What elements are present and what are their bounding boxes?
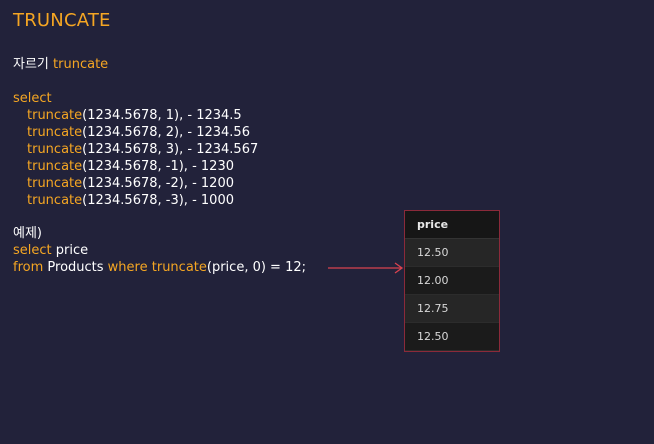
- query-where-kw: where: [107, 260, 148, 275]
- heading-line: 자르기 truncate: [13, 56, 108, 73]
- example-fn: truncate: [27, 125, 83, 140]
- example-line: truncate(1234.5678, 2), - 1234.56: [27, 124, 250, 141]
- query-from-line: from Products where truncate(price, 0) =…: [13, 259, 306, 276]
- query-rest: (price, 0) = 12;: [206, 260, 307, 275]
- example-line: truncate(1234.5678, -2), - 1200: [27, 175, 234, 192]
- table-row: 12.50: [405, 323, 499, 351]
- example-args: (1234.5678, -3), - 1000: [82, 193, 234, 208]
- example-line: truncate(1234.5678, -3), - 1000: [27, 192, 234, 209]
- example-fn: truncate: [27, 108, 83, 123]
- example-fn: truncate: [27, 142, 83, 157]
- query-select-line: select price: [13, 242, 88, 259]
- result-column-header: price: [405, 211, 499, 239]
- example-label: 예제): [13, 226, 42, 241]
- example-args: (1234.5678, 3), - 1234.567: [82, 142, 259, 157]
- query-fn: truncate: [151, 260, 207, 275]
- example-args: (1234.5678, -2), - 1200: [82, 176, 234, 191]
- example-line: truncate(1234.5678, 1), - 1234.5: [27, 107, 242, 124]
- query-table: Products: [43, 260, 108, 275]
- example-args: (1234.5678, 2), - 1234.56: [82, 125, 250, 140]
- query-select-rest: price: [51, 243, 89, 258]
- example-args: (1234.5678, 1), - 1234.5: [82, 108, 242, 123]
- result-table: price 12.50 12.00 12.75 12.50: [404, 210, 500, 352]
- example-args: (1234.5678, -1), - 1230: [82, 159, 234, 174]
- example-line: truncate(1234.5678, 3), - 1234.567: [27, 141, 258, 158]
- arrow-right-icon: [328, 262, 404, 274]
- example-fn: truncate: [27, 193, 83, 208]
- example-fn: truncate: [27, 176, 83, 191]
- table-row: 12.75: [405, 295, 499, 323]
- query-from-kw: from: [13, 260, 44, 275]
- example-fn: truncate: [27, 159, 83, 174]
- page-title: TRUNCATE: [13, 10, 111, 31]
- example-line: truncate(1234.5678, -1), - 1230: [27, 158, 234, 175]
- query-select-kw: select: [13, 243, 52, 258]
- select-keyword: select: [13, 91, 52, 106]
- heading-keyword: truncate: [53, 57, 109, 72]
- table-row: 12.00: [405, 267, 499, 295]
- heading-korean: 자르기: [13, 57, 49, 72]
- table-row: 12.50: [405, 239, 499, 267]
